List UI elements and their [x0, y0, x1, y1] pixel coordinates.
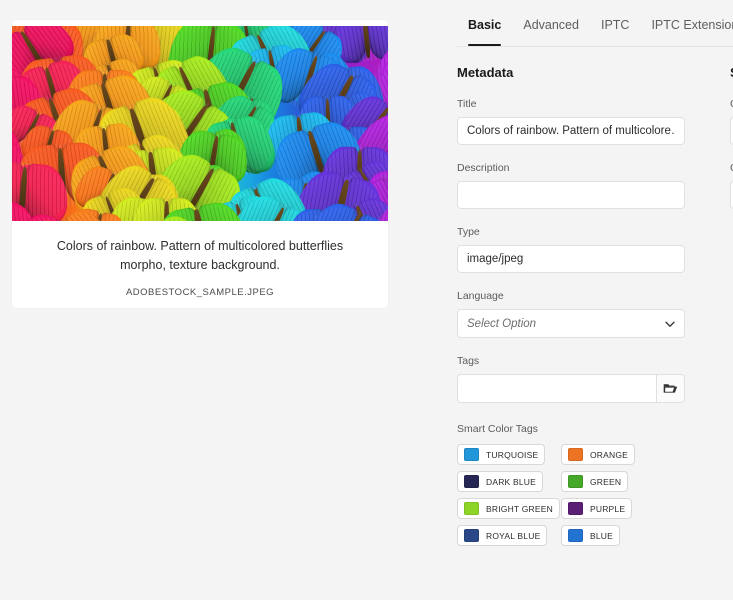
color-tag-chip[interactable]: PURPLE	[561, 498, 633, 519]
color-swatch	[568, 502, 583, 515]
color-tag-label: GREEN	[590, 476, 622, 487]
tab-iptc[interactable]: IPTC	[590, 0, 640, 46]
image-shadow-texture	[12, 26, 388, 221]
metadata-panel: Basic Advanced IPTC IPTC Extension Metad…	[440, 0, 733, 600]
smart-color-tag-list: TURQUOISE ORANGE DARK BLUE GREEN BRIGHT GREE…	[457, 444, 667, 546]
smart-color-tags-section: Smart Color Tags TURQUOISE ORANGE DARK BLU…	[457, 423, 715, 546]
label-tags: Tags	[457, 355, 480, 367]
folder-icon	[663, 384, 678, 393]
asset-card: Colors of rainbow. Pattern of multicolor…	[12, 20, 388, 308]
tab-iptc-extension[interactable]: IPTC Extension	[640, 0, 733, 46]
field-language: Language Select Option	[457, 290, 715, 338]
color-tag-chip[interactable]: BLUE	[561, 525, 621, 546]
asset-filename: ADOBESTOCK_SAMPLE.JPEG	[125, 286, 275, 298]
color-swatch	[568, 448, 583, 461]
color-swatch	[464, 502, 479, 515]
asset-caption: Colors of rainbow. Pattern of multicolor…	[56, 239, 344, 273]
color-tag-label: PURPLE	[590, 503, 626, 514]
language-select-wrap: Select Option	[457, 309, 685, 338]
section-title-metadata: Metadata	[457, 65, 514, 80]
tab-bar: Basic Advanced IPTC IPTC Extension	[440, 0, 733, 47]
color-tag-label: ROYAL BLUE	[486, 530, 541, 541]
metadata-column: Metadata Title Description Type Language	[457, 65, 715, 546]
description-input[interactable]	[457, 181, 685, 209]
color-swatch	[464, 475, 479, 488]
color-tag-chip[interactable]: ORANGE	[561, 444, 636, 465]
color-tag-label: ORANGE	[590, 449, 629, 460]
field-title: Title	[457, 98, 715, 145]
asset-preview-panel: Colors of rainbow. Pattern of multicolor…	[0, 0, 440, 600]
field-description: Description	[457, 162, 715, 209]
color-tag-label: BLUE	[590, 530, 614, 541]
color-tag-chip[interactable]: ROYAL BLUE	[457, 525, 548, 546]
color-swatch	[464, 529, 479, 542]
color-tag-label: TURQUOISE	[486, 449, 539, 460]
label-type: Type	[457, 226, 480, 238]
color-tag-chip[interactable]: TURQUOISE	[457, 444, 546, 465]
language-select-value: Select Option	[467, 317, 537, 330]
tab-basic[interactable]: Basic	[457, 0, 512, 46]
color-tag-label: DARK BLUE	[486, 476, 536, 487]
metadata-form: Metadata Title Description Type Language	[440, 47, 733, 600]
asset-image-butterfly-rainbow-pattern[interactable]	[12, 26, 388, 221]
tags-row	[457, 374, 685, 403]
color-tag-chip[interactable]: BRIGHT GREEN	[457, 498, 560, 519]
color-tag-chip[interactable]: DARK BLUE	[457, 471, 543, 492]
color-tag-label: BRIGHT GREEN	[486, 503, 553, 514]
color-swatch	[568, 529, 583, 542]
type-input[interactable]	[457, 245, 685, 273]
title-input[interactable]	[457, 117, 685, 145]
field-tags: Tags	[457, 355, 715, 403]
tags-browse-button[interactable]	[656, 374, 685, 403]
label-language: Language	[457, 290, 504, 302]
label-description: Description	[457, 162, 510, 174]
label-title: Title	[457, 98, 477, 110]
color-tag-chip[interactable]: GREEN	[561, 471, 629, 492]
tags-input[interactable]	[457, 374, 656, 403]
field-type: Type	[457, 226, 715, 273]
language-select[interactable]: Select Option	[457, 309, 685, 338]
color-swatch	[568, 475, 583, 488]
color-swatch	[464, 448, 479, 461]
tab-advanced[interactable]: Advanced	[512, 0, 590, 46]
label-smart-color-tags: Smart Color Tags	[457, 423, 538, 435]
